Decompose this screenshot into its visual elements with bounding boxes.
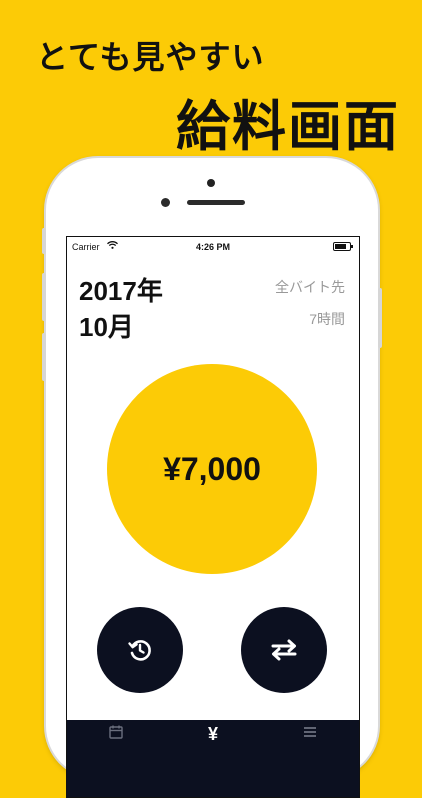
swap-arrows-icon — [271, 639, 297, 661]
switch-button[interactable] — [241, 607, 327, 693]
power-button — [378, 288, 382, 348]
earpiece-speaker — [187, 200, 245, 205]
total-hours: 7時間 — [309, 311, 345, 327]
promo-headline: とても見やすい — [36, 39, 265, 75]
history-button[interactable] — [97, 607, 183, 693]
app-screen: Carrier 4:26 PM 2017年 10月 全バイト先 7時間 ¥7,0… — [66, 236, 360, 798]
battery-icon — [333, 242, 353, 251]
history-icon — [128, 640, 151, 661]
status-bar: Carrier 4:26 PM — [67, 237, 359, 255]
mute-switch — [42, 228, 46, 254]
front-camera — [161, 198, 170, 207]
calendar-icon — [109, 725, 123, 739]
workplace-filter[interactable]: 全バイト先 — [275, 277, 345, 297]
promo-title: 給料画面 — [176, 97, 400, 157]
camera-dot — [207, 179, 215, 187]
volume-down-button — [42, 333, 46, 381]
menu-icon — [304, 727, 316, 737]
volume-up-button — [42, 273, 46, 321]
tab-salary[interactable]: ¥ — [193, 724, 233, 748]
salary-amount: ¥7,000 — [163, 450, 261, 487]
yen-icon: ¥ — [207, 724, 218, 744]
salary-circle: ¥7,000 — [107, 364, 317, 574]
period-month[interactable]: 10月 — [79, 307, 134, 344]
period-year[interactable]: 2017年 — [79, 271, 163, 308]
phone-frame: Carrier 4:26 PM 2017年 10月 全バイト先 7時間 ¥7,0… — [42, 158, 382, 798]
tab-bar: ¥ — [67, 720, 359, 797]
status-time: 4:26 PM — [195, 242, 230, 252]
tab-calendar[interactable] — [96, 724, 136, 748]
tab-menu[interactable] — [290, 724, 330, 748]
